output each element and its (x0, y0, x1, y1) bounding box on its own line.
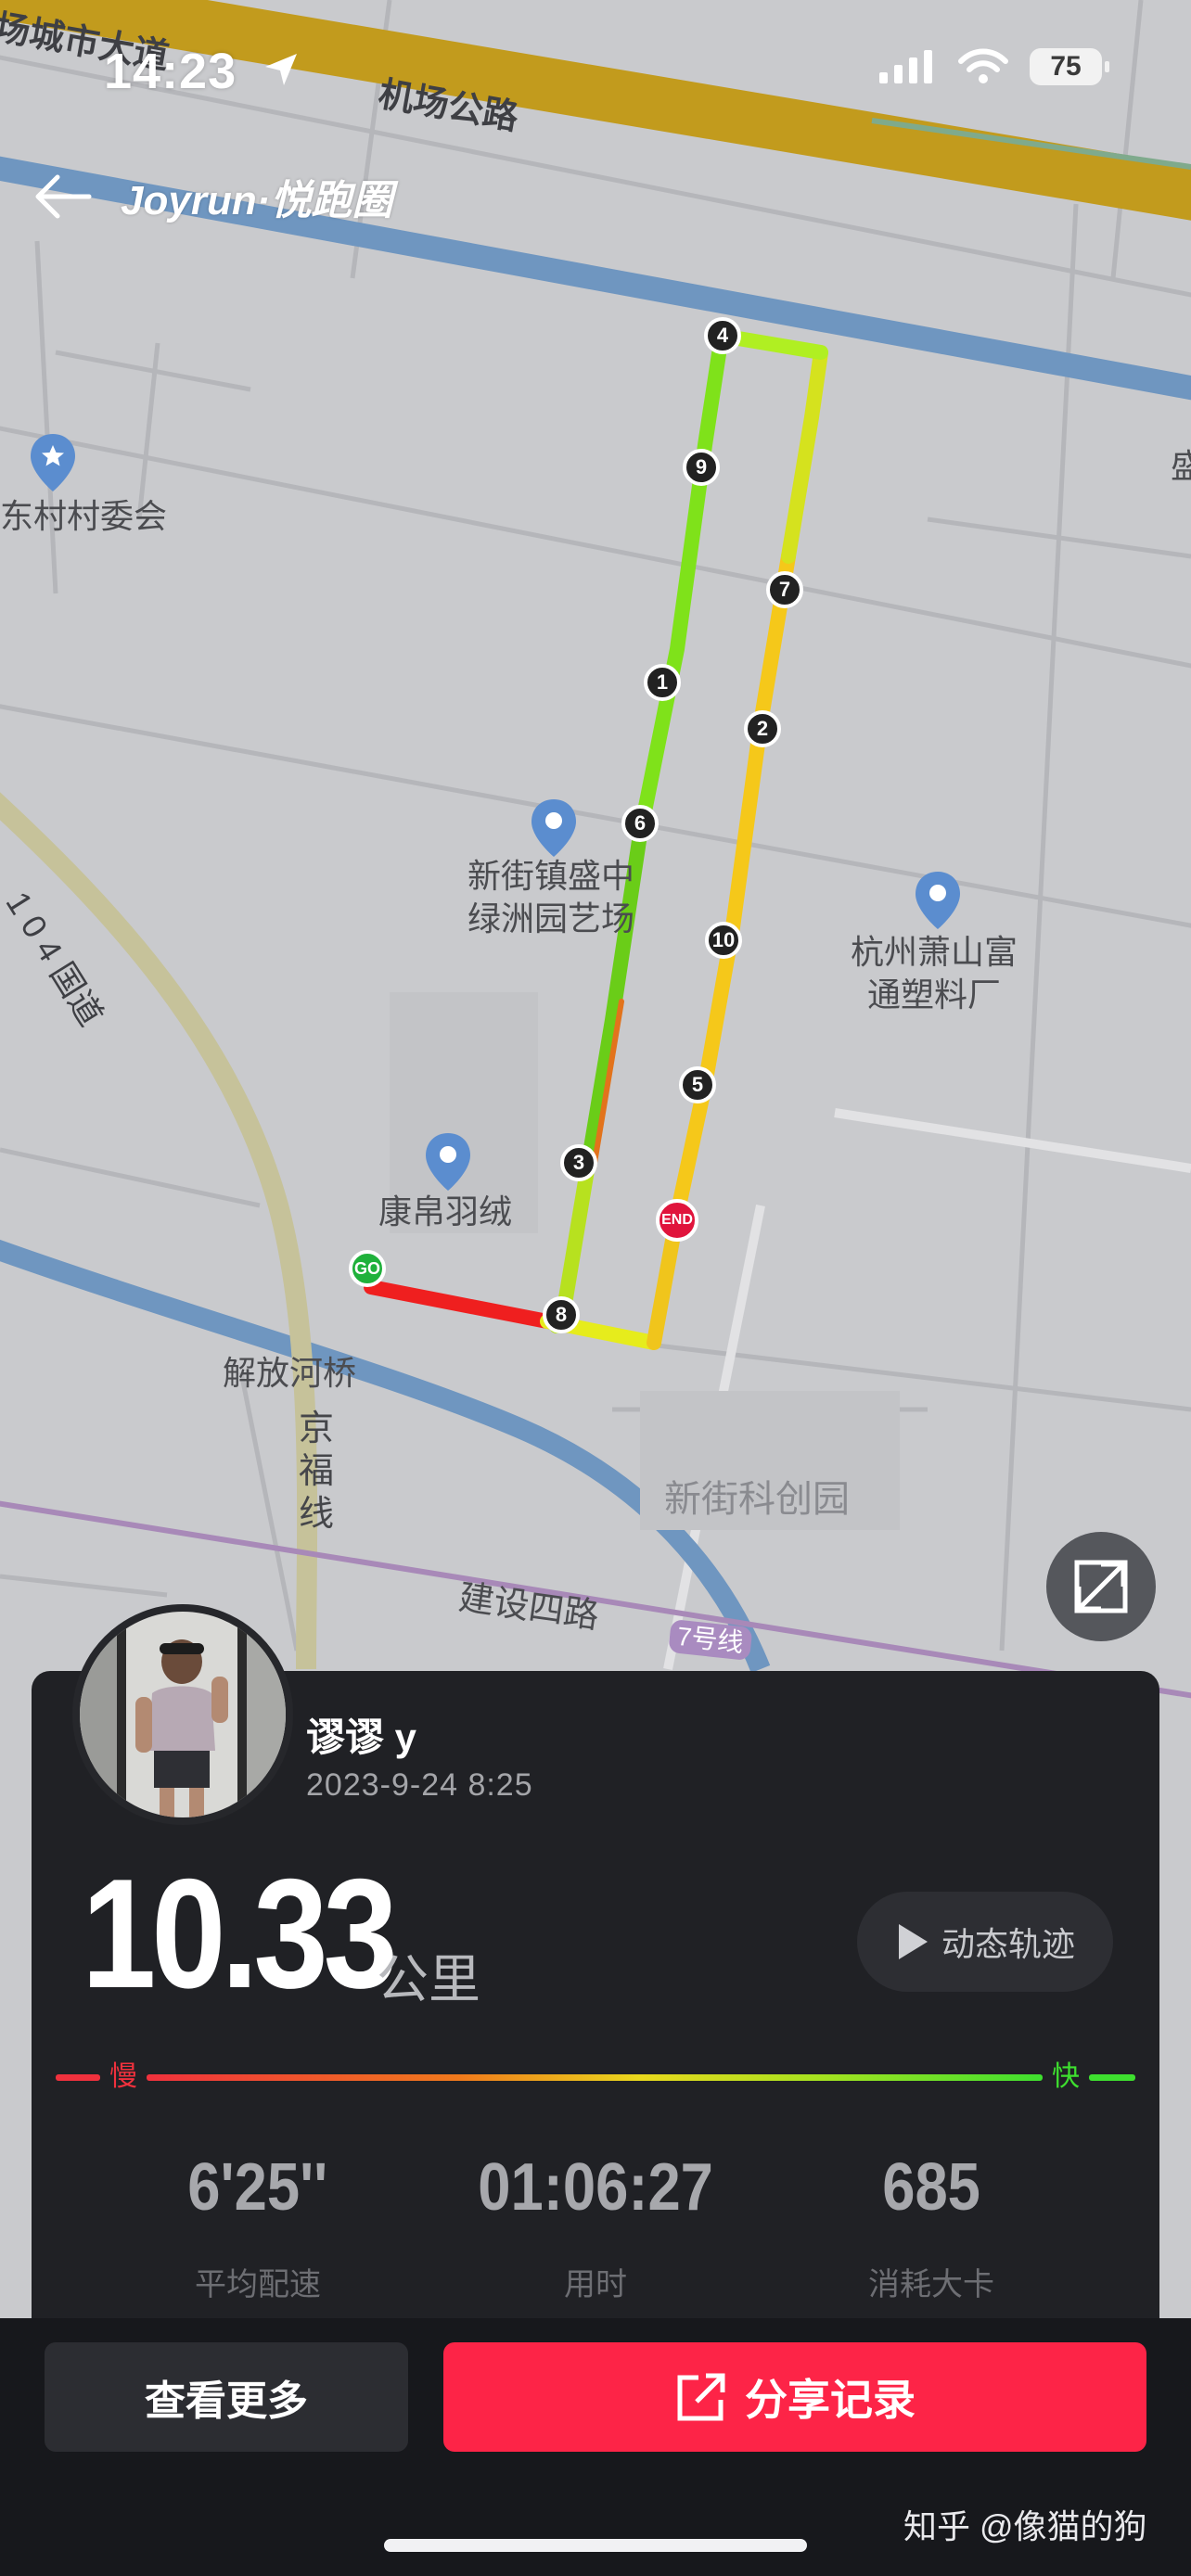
map-label-park: 新街镇盛中绿洲园艺场 (467, 857, 634, 937)
poi-pin-icon (916, 872, 960, 929)
share-record-button[interactable]: 分享记录 (443, 2342, 1146, 2452)
road-label-jingfu: 京福线 (298, 1409, 334, 1534)
poi-pin-icon (426, 1133, 470, 1191)
replay-track-button[interactable]: 动态轨迹 (857, 1892, 1113, 1992)
pace-legend: 慢 快 (56, 2057, 1135, 2098)
km-marker: 5 (679, 1066, 716, 1103)
calories-label: 消耗大卡 (868, 2267, 994, 2302)
cellular-signal-icon (879, 50, 932, 83)
pace-slow-label: 慢 (109, 2061, 137, 2092)
poi-pin-icon (31, 434, 75, 491)
wifi-icon (958, 48, 1008, 83)
km-marker: 1 (644, 664, 681, 701)
watermark: 知乎 @像猫的狗 (903, 2507, 1147, 2545)
share-icon (677, 2373, 725, 2421)
view-more-button[interactable]: 查看更多 (45, 2342, 408, 2452)
status-icons: 75 (877, 48, 1109, 85)
duration-label: 用时 (564, 2267, 627, 2302)
avatar[interactable] (72, 1604, 293, 1825)
run-datetime: 2023-9-24 8:25 (306, 1767, 533, 1803)
start-marker: GO (349, 1250, 386, 1287)
map-label-kangbo: 康帛羽绒 (378, 1192, 513, 1231)
avg-pace-label: 平均配速 (195, 2267, 321, 2302)
km-marker: 4 (704, 317, 741, 354)
km-marker: 3 (560, 1144, 597, 1181)
km-marker: 2 (744, 710, 781, 747)
stat-duration: 01:06:27 用时 (456, 2149, 735, 2302)
username: 谬谬 y (306, 1715, 417, 1759)
play-icon (898, 1924, 928, 1959)
battery-indicator: 75 (1030, 48, 1109, 85)
km-marker: 8 (543, 1296, 580, 1333)
km-marker: 7 (766, 571, 803, 608)
avg-pace-value: 6'25'' (187, 2150, 328, 2225)
duration-value: 01:06:27 (478, 2150, 713, 2225)
location-arrow-icon (265, 54, 297, 85)
pace-gradient-bar (56, 2074, 1135, 2081)
distance-unit: 公里 (377, 1950, 480, 2009)
app-title: Joyrun·悦跑圈 (121, 178, 393, 223)
stat-calories: 685 消耗大卡 (792, 2149, 1070, 2302)
run-record-screen: 场城市大道 机场公路 1 0 4 国道 京福线 建设四路 7号线 东村村委会 新… (0, 0, 1191, 2576)
pace-fast-label: 快 (1052, 2061, 1080, 2092)
calories-value: 685 (882, 2150, 980, 2225)
expand-map-button[interactable] (1046, 1532, 1156, 1641)
km-marker: 9 (683, 449, 720, 486)
map-label-tech-park: 新街科创园 (664, 1479, 850, 1520)
end-marker: END (656, 1199, 698, 1242)
avatar-photo (80, 1612, 286, 1817)
km-marker: 6 (621, 805, 659, 842)
status-time: 14:23 (104, 44, 237, 99)
back-arrow-icon[interactable] (33, 167, 98, 226)
poi-pin-icon (531, 799, 576, 857)
replay-track-label: 动态轨迹 (941, 1925, 1075, 1963)
map-label-village: 东村村委会 (0, 497, 168, 535)
distance-value: 10.33 (82, 1846, 398, 2021)
map-label-edge: 盛 (1171, 447, 1191, 485)
expand-icon (1074, 1560, 1128, 1613)
km-marker: 10 (705, 922, 742, 959)
share-record-label: 分享记录 (745, 2376, 916, 2424)
status-bar: 14:23 75 (0, 37, 1191, 102)
nav-bar: Joyrun·悦跑圈 (33, 167, 392, 226)
map-label-factory: 杭州萧山富通塑料厂 (850, 933, 1018, 1014)
stat-avg-pace: 6'25'' 平均配速 (119, 2149, 397, 2302)
map-label-bridge: 解放河桥 (223, 1354, 357, 1392)
home-indicator[interactable] (384, 2539, 807, 2552)
